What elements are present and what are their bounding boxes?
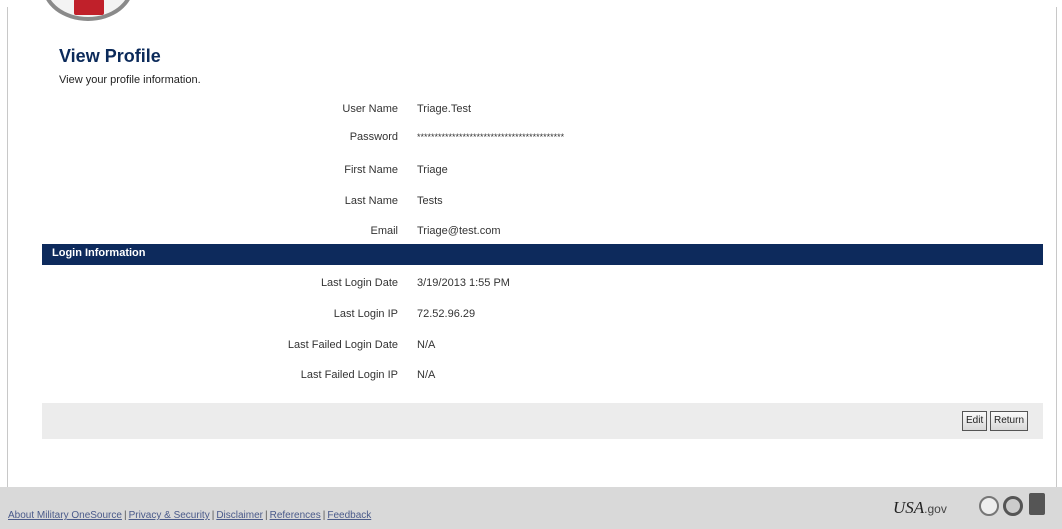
accessibility-icon[interactable] — [1029, 493, 1045, 515]
badge-icon[interactable] — [1003, 496, 1023, 516]
footer-link-feedback[interactable]: Feedback — [327, 510, 371, 521]
field-label: Last Login Date — [320, 277, 398, 289]
seal-icon[interactable] — [979, 496, 999, 516]
field-value: 3/19/2013 1:55 PM — [417, 277, 510, 289]
field-value: Triage.Test — [417, 103, 472, 115]
field-label: User Name — [342, 103, 398, 115]
login-information-header: Login Information — [42, 244, 1043, 265]
footer: About Military OneSource | Privacy & Secur… — [0, 487, 1062, 529]
section-title: Login Information — [52, 247, 146, 259]
field-label: Last Login IP — [333, 308, 398, 320]
field-value: ****************************************… — [417, 132, 565, 142]
field-value: 72.52.96.29 — [417, 308, 476, 320]
field-label: First Name — [344, 164, 398, 176]
footer-link-references[interactable]: References — [270, 510, 321, 521]
field-value: Triage@test.com — [417, 225, 501, 237]
footer-link-privacy[interactable]: Privacy & Security — [129, 510, 210, 521]
field-label: Last Name — [344, 195, 398, 207]
footer-links: About Military OneSource | Privacy & Secur… — [8, 510, 372, 521]
footer-link-about[interactable]: About Military OneSource — [8, 510, 122, 521]
field-label: Password — [349, 131, 398, 143]
field-value: N/A — [417, 339, 436, 351]
content-frame: View Profile View your profile informati… — [7, 0, 1057, 488]
field-label: Last Failed Login IP — [300, 369, 398, 381]
site-logo[interactable] — [42, 0, 134, 21]
usa-gov-logo[interactable]: USA.gov — [893, 498, 947, 518]
field-label: Email — [370, 225, 398, 237]
return-button[interactable]: Return — [990, 411, 1029, 431]
field-value: Triage — [417, 164, 448, 176]
page-subtitle: View your profile information. — [59, 74, 201, 86]
footer-link-disclaimer[interactable]: Disclaimer — [216, 510, 263, 521]
page-title: View Profile — [59, 46, 161, 66]
button-bar — [42, 403, 1043, 439]
field-value: Tests — [417, 195, 443, 207]
field-value: N/A — [417, 369, 436, 381]
edit-button[interactable]: Edit — [962, 411, 988, 431]
field-label: Last Failed Login Date — [287, 339, 398, 351]
